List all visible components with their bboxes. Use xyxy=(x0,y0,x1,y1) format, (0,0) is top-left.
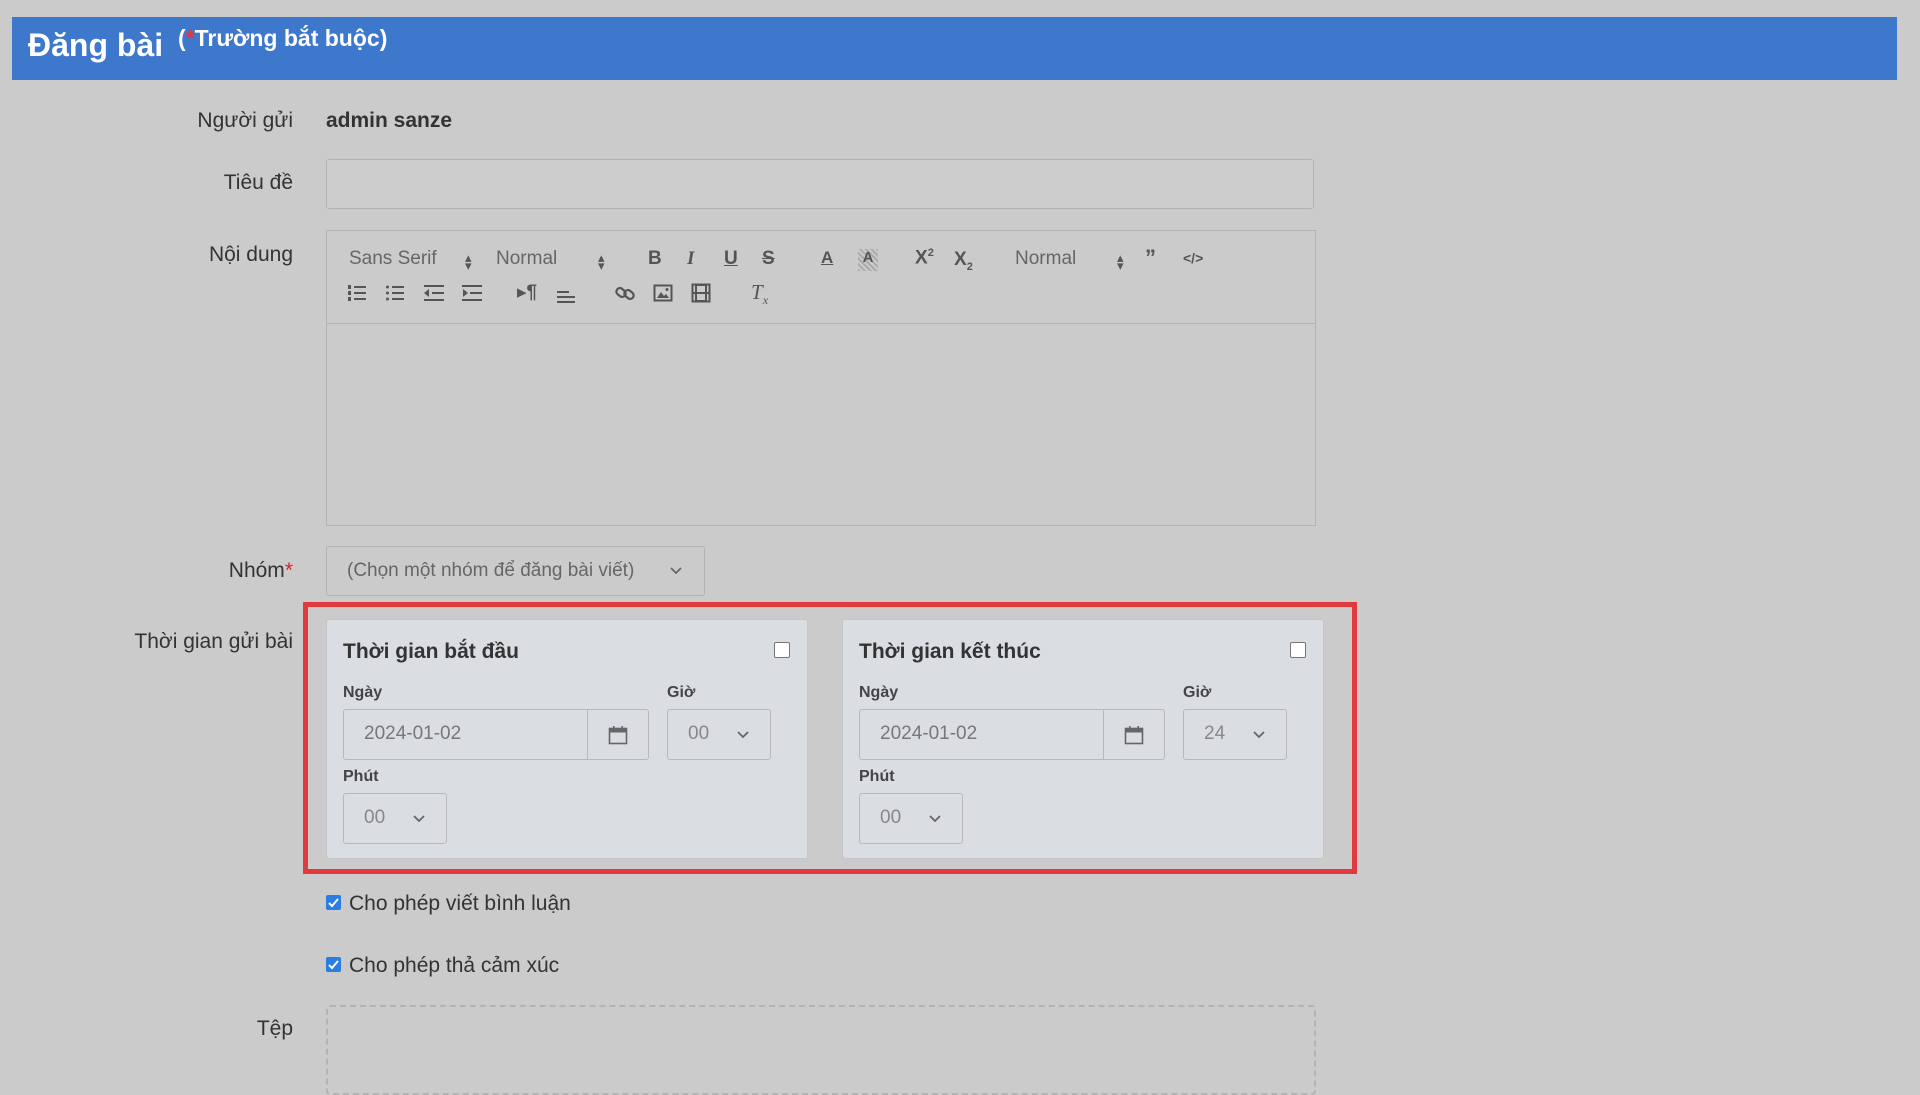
chevron-down-icon xyxy=(737,731,749,739)
rich-text-editor: Sans Serif ▴ ▾ Normal ▴ ▾ B I U S A A X2… xyxy=(326,230,1316,526)
calendar-icon xyxy=(608,726,628,745)
start-date-value: 2024-01-02 xyxy=(364,723,462,744)
allow-reactions-label[interactable]: Cho phép thả cảm xúc xyxy=(349,954,559,978)
start-minute-select[interactable]: 00 xyxy=(343,793,447,844)
header-arrow-down-icon: ▾ xyxy=(1117,258,1124,273)
end-hour-value: 24 xyxy=(1204,723,1226,744)
end-date-picker-button[interactable] xyxy=(1103,710,1164,759)
font-size-value: Normal xyxy=(496,248,558,269)
font-size-arrow-down-icon: ▾ xyxy=(598,258,605,273)
required-note: (*Trường bắt buộc) xyxy=(178,25,388,51)
end-time-panel: Thời gian kết thúc Ngày 2024-01-02 Giờ 2… xyxy=(842,619,1324,859)
end-minute-value: 00 xyxy=(880,807,902,828)
group-select[interactable]: (Chọn một nhóm để đăng bài viết) xyxy=(326,546,705,596)
allow-comments-label[interactable]: Cho phép viết bình luận xyxy=(349,892,571,916)
group-label: Nhóm* xyxy=(78,559,293,583)
underline-icon[interactable]: U xyxy=(724,248,738,270)
chevron-down-icon xyxy=(929,815,941,823)
align-icon[interactable] xyxy=(556,285,576,310)
editor-body[interactable] xyxy=(327,324,1315,525)
font-size-select[interactable]: Normal ▴ ▾ xyxy=(496,248,605,273)
chevron-down-icon xyxy=(413,815,425,823)
end-minute-label: Phút xyxy=(859,768,895,785)
file-label: Tệp xyxy=(256,1017,293,1040)
end-time-title: Thời gian kết thúc xyxy=(859,640,1041,663)
allow-reactions-checkbox[interactable] xyxy=(326,957,341,972)
image-icon[interactable] xyxy=(653,283,673,308)
end-hour-label: Giờ xyxy=(1183,684,1212,701)
start-date-input[interactable]: 2024-01-02 xyxy=(343,709,649,760)
superscript-icon[interactable]: X2 xyxy=(915,247,934,269)
required-note-text: Trường bắt buộc xyxy=(194,25,380,51)
subscript-icon[interactable]: X2 xyxy=(954,249,973,273)
group-select-placeholder: (Chọn một nhóm để đăng bài viết) xyxy=(347,560,635,581)
group-label-text: Nhóm xyxy=(228,559,285,582)
start-time-checkbox[interactable] xyxy=(774,642,790,658)
sender-label: Người gửi xyxy=(197,109,293,132)
indent-icon[interactable] xyxy=(461,283,483,308)
chevron-down-icon xyxy=(1253,731,1265,739)
start-hour-value: 00 xyxy=(688,723,710,744)
strike-icon[interactable]: S xyxy=(762,248,775,270)
start-minute-value: 00 xyxy=(364,807,386,828)
start-hour-select[interactable]: 00 xyxy=(667,709,771,760)
sender-value: admin sanze xyxy=(326,109,453,132)
header-select[interactable]: Normal ▴ ▾ xyxy=(1015,248,1124,273)
page-title: Đăng bài xyxy=(28,27,164,63)
bullet-list-icon[interactable] xyxy=(385,283,405,308)
post-time-label: Thời gian gửi bài xyxy=(134,630,293,653)
code-block-icon[interactable]: </> xyxy=(1183,250,1203,266)
file-dropzone[interactable] xyxy=(326,1005,1316,1095)
start-time-panel: Thời gian bắt đầu Ngày 2024-01-02 Giờ 00… xyxy=(326,619,808,859)
checkmark-icon xyxy=(328,898,339,908)
end-hour-select[interactable]: 24 xyxy=(1183,709,1287,760)
end-time-checkbox[interactable] xyxy=(1290,642,1306,658)
allow-comments-checkbox[interactable] xyxy=(326,895,341,910)
end-date-label: Ngày xyxy=(859,684,899,701)
link-icon[interactable] xyxy=(614,283,636,308)
end-minute-select[interactable]: 00 xyxy=(859,793,963,844)
start-minute-label: Phút xyxy=(343,768,379,785)
group-required-star: * xyxy=(284,559,293,582)
start-time-title: Thời gian bắt đầu xyxy=(343,640,519,663)
clean-format-icon[interactable]: Tx xyxy=(751,280,768,308)
start-date-picker-button[interactable] xyxy=(587,710,648,759)
ordered-list-icon[interactable] xyxy=(347,283,367,308)
text-color-icon[interactable]: A xyxy=(821,248,833,268)
end-date-input[interactable]: 2024-01-02 xyxy=(859,709,1165,760)
italic-icon[interactable]: I xyxy=(687,248,694,270)
editor-toolbar: Sans Serif ▴ ▾ Normal ▴ ▾ B I U S A A X2… xyxy=(327,231,1315,324)
font-family-value: Sans Serif xyxy=(349,248,437,269)
font-family-arrows-icon-down: ▾ xyxy=(465,258,472,273)
content-label: Nội dung xyxy=(208,243,293,266)
required-star: * xyxy=(185,25,195,51)
start-hour-label: Giờ xyxy=(667,684,696,701)
page-header: Đăng bài (*Trường bắt buộc) xyxy=(12,17,1897,80)
chevron-down-icon xyxy=(670,567,682,575)
title-input[interactable] xyxy=(326,159,1314,209)
checkmark-icon xyxy=(328,960,339,970)
background-color-icon[interactable]: A xyxy=(858,249,878,271)
calendar-icon xyxy=(1124,726,1144,745)
blockquote-icon[interactable]: ” xyxy=(1145,245,1156,271)
start-date-label: Ngày xyxy=(343,684,383,701)
font-family-select[interactable]: Sans Serif ▴ ▾ xyxy=(349,248,472,273)
text-direction-icon[interactable]: ▸¶ xyxy=(517,281,537,304)
video-icon[interactable] xyxy=(691,283,711,308)
outdent-icon[interactable] xyxy=(423,283,445,308)
title-label: Tiêu đề xyxy=(223,171,293,194)
bold-icon[interactable]: B xyxy=(648,248,662,270)
header-select-value: Normal xyxy=(1015,248,1077,269)
end-date-value: 2024-01-02 xyxy=(880,723,978,744)
